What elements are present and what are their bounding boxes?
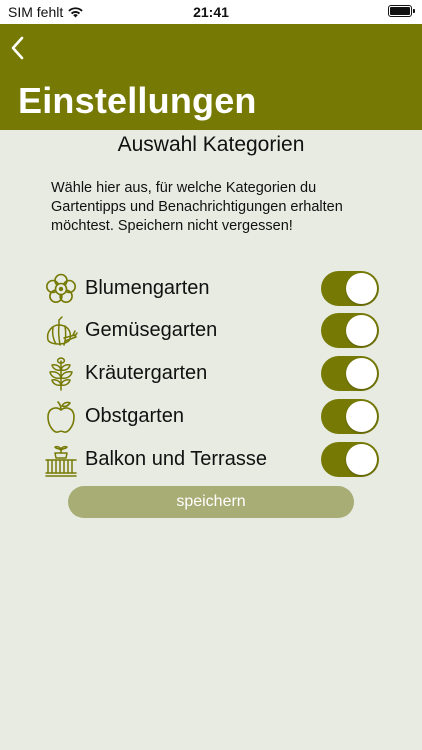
description-text: Wähle hier aus, für welche Kategorien du… [51, 180, 343, 234]
toggle-obstgarten[interactable] [321, 399, 379, 434]
category-label: Kräutergarten [85, 362, 208, 384]
header: Einstellungen [0, 24, 422, 130]
category-label: Gemüsegarten [85, 319, 218, 341]
category-row-kraeutergarten: Kräutergarten [0, 354, 422, 394]
category-label: Balkon und Terrasse [85, 448, 267, 470]
category-row-blumengarten: Blumengarten [0, 269, 422, 309]
vegetable-icon [46, 316, 78, 346]
page-title: Einstellungen [18, 80, 257, 121]
toggle-gemuesegarten[interactable] [321, 313, 379, 348]
back-button[interactable] [6, 34, 30, 62]
status-bar: SIM fehlt 21:41 [0, 0, 422, 24]
save-button[interactable]: speichern [68, 486, 354, 518]
category-row-gemuesegarten: Gemüsegarten [0, 311, 422, 351]
category-label: Obstgarten [85, 405, 184, 427]
section-title: Auswahl Kategorien [117, 133, 305, 156]
category-label: Blumengarten [85, 277, 210, 299]
herb-icon [49, 357, 73, 391]
status-time: 21:41 [193, 4, 229, 20]
toggle-blumengarten[interactable] [321, 271, 379, 306]
toggle-kraeutergarten[interactable] [321, 356, 379, 391]
category-row-obstgarten: Obstgarten [0, 397, 422, 437]
apple-icon [47, 401, 75, 433]
chevron-left-icon [11, 36, 24, 60]
flower-icon [46, 273, 77, 304]
toggle-balkon[interactable] [321, 442, 379, 477]
battery-icon [388, 5, 415, 17]
balcony-icon [45, 445, 77, 477]
category-row-balkon: Balkon und Terrasse [0, 440, 422, 480]
